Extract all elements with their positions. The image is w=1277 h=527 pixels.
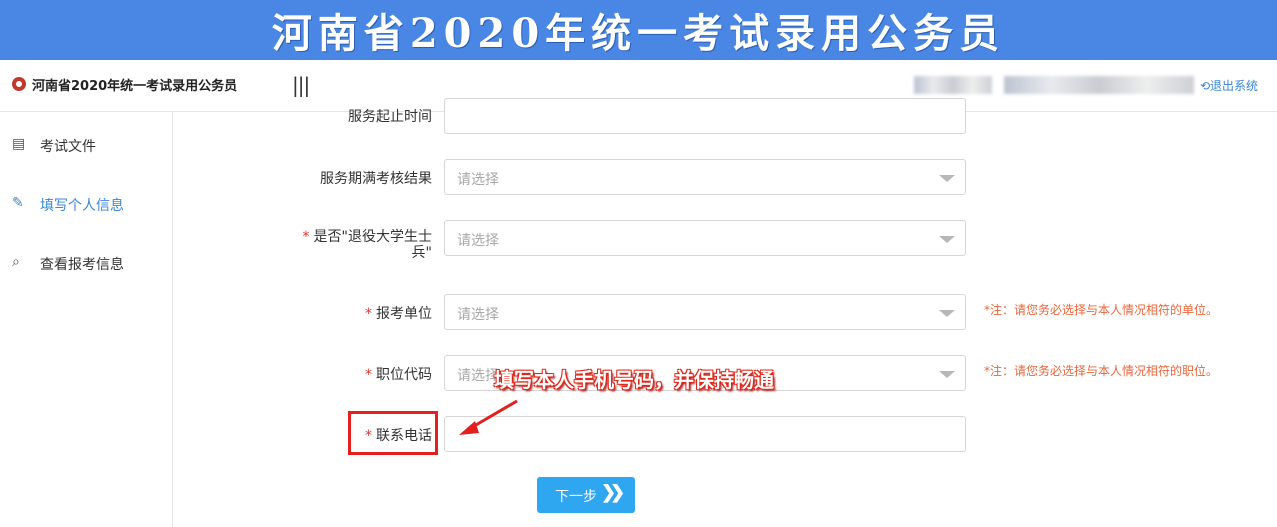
top-banner: 河南省2020年统一考试录用公务员 [0,0,1277,60]
service-period-input[interactable] [444,98,966,134]
logout-link[interactable]: ⟲退出系统 [1200,77,1258,94]
next-step-button[interactable]: 下一步 ❯❯ [537,477,635,513]
sidebar-item-label: 填写个人信息 [40,198,124,214]
blurred-user-info-2 [1004,76,1194,94]
required-mark: * [365,306,372,322]
required-mark: * [365,367,372,383]
sidebar-item-exam-files[interactable]: ▤ 考试文件 [0,130,172,160]
header-title: 河南省2020年统一考试录用公务员 [32,79,238,94]
unit-note: *注：请您务必选择与本人情况相符的单位。 [984,303,1219,317]
field-label-veteran: * 是否"退役大学生士 兵" [280,229,432,261]
emblem-icon [12,77,26,91]
select-placeholder: 请选择 [457,368,499,384]
field-label-service-period: 服务起止时间 [348,109,432,125]
dropdown-arrow-icon [939,236,955,243]
dropdown-arrow-icon [939,175,955,182]
field-label-line2: 兵" [411,245,432,261]
annotation-arrow-icon [459,399,518,435]
veteran-select[interactable]: 请选择 [444,220,966,256]
position-note: *注：请您务必选择与本人情况相符的职位。 [984,364,1219,378]
menu-toggle-button[interactable]: ||| [292,73,310,97]
sidebar-item-fill-info[interactable]: ✎ 填写个人信息 [0,189,172,219]
annotation-text: 填写本人手机号码，并保持畅通 [494,368,774,392]
highlight-box [348,411,438,455]
select-placeholder: 请选择 [457,307,499,323]
unit-select[interactable]: 请选择 [444,294,966,330]
select-placeholder: 请选择 [457,233,499,249]
field-label-unit: * 报考单位 [300,303,432,323]
edit-list-icon: ✎ [12,195,24,211]
sidebar: ▤ 考试文件 ✎ 填写个人信息 ⌕ 查看报考信息 [0,112,173,527]
blurred-user-info [914,76,992,94]
field-label-line1: 是否"退役大学生士 [313,229,432,245]
document-icon: ▤ [12,136,26,152]
sidebar-item-label: 查看报考信息 [40,257,124,273]
select-placeholder: 请选择 [457,172,499,188]
banner-title: 河南省2020年统一考试录用公务员 [271,10,1006,57]
field-label-assessment: 服务期满考核结果 [320,171,432,187]
sidebar-item-label: 考试文件 [40,139,96,155]
field-label-position-code: * 职位代码 [300,364,432,384]
required-mark: * [302,229,310,245]
field-label-text: 报考单位 [376,306,432,322]
dropdown-arrow-icon [939,310,955,317]
sidebar-item-view-info[interactable]: ⌕ 查看报考信息 [0,248,172,278]
next-button-label: 下一步 [555,488,597,504]
assessment-select[interactable]: 请选择 [444,159,966,195]
field-label-text: 职位代码 [376,367,432,383]
double-chevron-right-icon: ❯❯ [601,482,625,502]
user-search-icon: ⌕ [12,254,20,270]
dropdown-arrow-icon [939,371,955,378]
